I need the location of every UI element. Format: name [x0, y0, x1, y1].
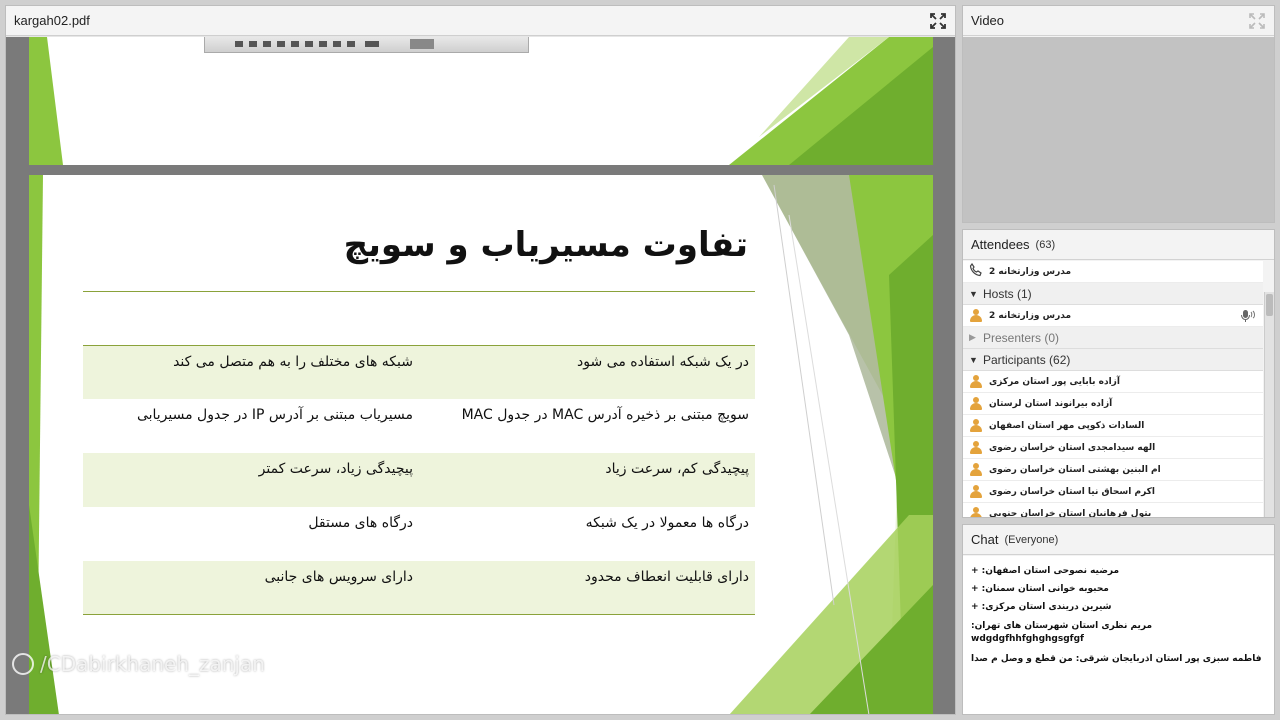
- table-row: سویچ مبتنی بر ذخیره آدرس MAC در جدول MAC…: [83, 399, 755, 453]
- hosts-label: Hosts (1): [983, 286, 1032, 301]
- hosts-group[interactable]: ▼ Hosts (1): [963, 283, 1263, 305]
- video-area: [963, 37, 1274, 222]
- video-header: Video: [963, 6, 1274, 36]
- expanded-triangle-icon: ▼: [969, 288, 978, 299]
- attendees-title: Attendees: [971, 237, 1030, 252]
- previous-slide: [29, 37, 933, 165]
- presenters-label: Presenters (0): [983, 330, 1060, 345]
- scroll-thumb[interactable]: [1266, 294, 1273, 316]
- switch-cell: دارای قابلیت انعطاف محدود: [584, 569, 749, 585]
- list-item[interactable]: السادات ذکوپی مهر استان اصفهان: [963, 415, 1263, 437]
- user-icon: [969, 484, 983, 499]
- current-slide: تفاوت مسیریاب و سویچ در یک شبکه استفاده …: [29, 175, 933, 714]
- attendees-list[interactable]: مدرس وزارتخانه 2 ▼ Hosts (1) مدرس وزارتخ…: [963, 261, 1263, 517]
- comparison-table: در یک شبکه استفاده می شود شبکه های مختلف…: [83, 345, 755, 615]
- title-divider: [83, 291, 755, 292]
- document-header: kargah02.pdf: [6, 6, 955, 36]
- chat-message: مریم نظری استان شهرستان های تهران: wdgdg…: [971, 621, 1153, 644]
- slide-decoration: [29, 37, 933, 165]
- chat-scope: (Everyone): [1004, 533, 1059, 546]
- switch-cell: در یک شبکه استفاده می شود: [577, 354, 749, 370]
- attendees-header: Attendees (63): [963, 230, 1274, 260]
- table-row: دارای قابلیت انعطاف محدود دارای سرویس ها…: [83, 561, 755, 615]
- table-row: پیچیدگی کم، سرعت زیاد پیچیدگی زیاد، سرعت…: [83, 453, 755, 507]
- list-item[interactable]: آزاده بابایی پور استان مرکزی: [963, 371, 1263, 393]
- document-pane: kargah02.pdf تفاوت مسیریاب و سویچ در یک …: [5, 5, 956, 715]
- attendees-panel: Attendees (63) مدرس وزارتخانه 2 ▼ Hosts …: [962, 229, 1275, 518]
- fullscreen-icon[interactable]: [1248, 12, 1266, 30]
- list-item[interactable]: آزاده بیرانوند استان لرستان: [963, 393, 1263, 415]
- app-window: kargah02.pdf تفاوت مسیریاب و سویچ در یک …: [0, 0, 1280, 720]
- chat-title: Chat: [971, 532, 999, 547]
- participant-name: السادات ذکوپی مهر استان اصفهان: [989, 420, 1145, 431]
- participant-name: بتول فرهانیان استان خراسان جنوبی: [989, 508, 1152, 518]
- collapsed-triangle-icon: ▶: [969, 332, 976, 342]
- participant-name: اکرم اسحاق نیا استان خراسان رضوی: [989, 486, 1155, 497]
- router-cell: درگاه های مستقل: [308, 515, 413, 531]
- table-row: در یک شبکه استفاده می شود شبکه های مختلف…: [83, 345, 755, 399]
- phone-icon: [969, 262, 983, 280]
- attendees-count: (63): [1035, 238, 1056, 251]
- caller-row[interactable]: مدرس وزارتخانه 2: [963, 261, 1263, 283]
- switch-cell: سویچ مبتنی بر ذخیره آدرس MAC در جدول MAC: [461, 407, 749, 423]
- watermark-text: /CDabirkhaneh_zanjan: [40, 652, 265, 676]
- presenters-group[interactable]: ▶ Presenters (0): [963, 327, 1263, 349]
- chat-panel: Chat (Everyone) مرضیه نصوحی استان اصفهان…: [962, 524, 1275, 715]
- user-icon: [969, 440, 983, 455]
- list-item[interactable]: ام البنین بهشتی استان خراسان رضوی: [963, 459, 1263, 481]
- chat-messages[interactable]: مرضیه نصوحی استان اصفهان: + محبوبه خوانی…: [963, 556, 1274, 714]
- participant-name: ام البنین بهشتی استان خراسان رضوی: [989, 464, 1161, 475]
- list-item[interactable]: اکرم اسحاق نیا استان خراسان رضوی: [963, 481, 1263, 503]
- host-row[interactable]: مدرس وزارتخانه 2: [963, 305, 1263, 327]
- watermark: /CDabirkhaneh_zanjan: [12, 652, 265, 676]
- caller-name: مدرس وزارتخانه 2: [989, 266, 1072, 277]
- attendees-scrollbar[interactable]: [1264, 292, 1274, 517]
- router-cell: مسیریاب مبتنی بر آدرس IP در جدول مسیریاب…: [136, 407, 413, 423]
- router-cell: پیچیدگی زیاد، سرعت کمتر: [258, 461, 413, 477]
- chat-message: فاطمه سبزی پور استان آذربایجان شرقی: من …: [971, 654, 1262, 664]
- chat-message: محبوبه خوانی استان سمنان: +: [971, 584, 1109, 594]
- microphone-icon: [1239, 309, 1257, 326]
- switch-cell: پیچیدگی کم، سرعت زیاد: [605, 461, 749, 477]
- switch-device-image: [204, 37, 529, 53]
- user-icon: [969, 396, 983, 411]
- user-icon: [969, 418, 983, 433]
- document-title: kargah02.pdf: [14, 13, 90, 28]
- list-item[interactable]: بتول فرهانیان استان خراسان جنوبی: [963, 503, 1263, 517]
- router-cell: دارای سرویس های جانبی: [264, 569, 413, 585]
- participant-name: الهه سیدامجدی استان خراسان رضوی: [989, 442, 1156, 453]
- user-icon: [969, 308, 983, 323]
- slide-title: تفاوت مسیریاب و سویچ: [343, 225, 748, 265]
- switch-cell: درگاه ها معمولا در یک شبکه: [585, 515, 749, 531]
- user-icon: [969, 462, 983, 477]
- host-name: مدرس وزارتخانه 2: [989, 310, 1072, 321]
- chat-header: Chat (Everyone): [963, 525, 1274, 555]
- video-title: Video: [971, 13, 1005, 28]
- document-viewer[interactable]: تفاوت مسیریاب و سویچ در یک شبکه استفاده …: [6, 37, 955, 714]
- fullscreen-icon[interactable]: [929, 12, 947, 30]
- user-icon: [969, 374, 983, 389]
- video-panel: Video: [962, 5, 1275, 223]
- table-row: درگاه ها معمولا در یک شبکه درگاه های مست…: [83, 507, 755, 561]
- router-cell: شبکه های مختلف را به هم متصل می کند: [173, 354, 413, 370]
- camera-reel-icon: [12, 653, 34, 675]
- chat-message: مرضیه نصوحی استان اصفهان: +: [971, 566, 1120, 576]
- chat-message: شیرین دریندی استان مرکزی: +: [971, 602, 1112, 612]
- participant-name: آزاده بابایی پور استان مرکزی: [989, 376, 1120, 387]
- participants-group[interactable]: ▼ Participants (62): [963, 349, 1263, 371]
- list-item[interactable]: الهه سیدامجدی استان خراسان رضوی: [963, 437, 1263, 459]
- expanded-triangle-icon: ▼: [969, 354, 978, 365]
- user-icon: [969, 506, 983, 517]
- participants-label: Participants (62): [983, 352, 1071, 367]
- participant-name: آزاده بیرانوند استان لرستان: [989, 398, 1113, 409]
